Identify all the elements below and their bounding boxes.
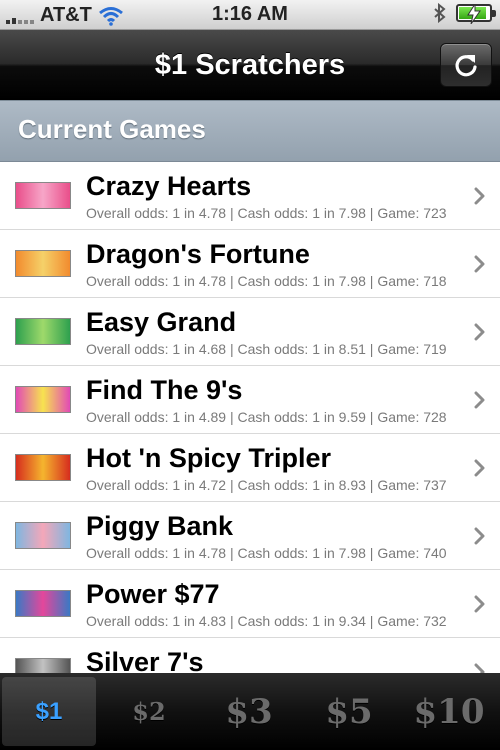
tab-1[interactable]: $2 — [102, 677, 196, 746]
chevron-right-icon — [474, 663, 485, 673]
status-bar: AT&T 1:16 AM — [0, 0, 500, 30]
chevron-right-icon — [474, 187, 485, 205]
status-time: 1:16 AM — [212, 3, 288, 25]
tab-label: $3 — [225, 691, 273, 732]
ticket-thumbnail — [15, 590, 71, 617]
game-details: Overall odds: 1 in 4.72 | Cash odds: 1 i… — [86, 477, 447, 493]
ticket-thumbnail — [15, 182, 71, 209]
tab-0[interactable]: $1 — [2, 677, 96, 746]
list-item[interactable]: Hot 'n Spicy Tripler Overall odds: 1 in 4… — [0, 434, 500, 502]
game-details: Overall odds: 1 in 4.78 | Cash odds: 1 i… — [86, 205, 447, 221]
game-details: Overall odds: 1 in 4.78 | Cash odds: 1 i… — [86, 273, 447, 289]
chevron-right-icon — [474, 527, 485, 545]
chevron-right-icon — [474, 595, 485, 613]
tab-2[interactable]: $3 — [202, 677, 296, 746]
tab-label: $1 — [35, 697, 63, 725]
chevron-right-icon — [474, 391, 485, 409]
ticket-thumbnail — [15, 386, 71, 413]
game-name: Power $77 — [86, 579, 220, 609]
ticket-thumbnail — [15, 522, 71, 549]
refresh-icon — [455, 55, 477, 77]
game-name: Dragon's Fortune — [86, 239, 310, 269]
game-name: Find The 9's — [86, 375, 243, 405]
navigation-bar: $1 Scratchers — [0, 30, 500, 100]
game-name: Hot 'n Spicy Tripler — [86, 443, 331, 473]
section-header: Current Games — [0, 100, 500, 162]
game-details: Overall odds: 1 in 4.68 | Cash odds: 1 i… — [86, 341, 447, 357]
battery-icon — [456, 4, 496, 24]
tab-label: $2 — [132, 697, 166, 726]
section-title: Current Games — [18, 114, 206, 144]
tab-4[interactable]: $10 — [402, 677, 496, 746]
tab-bar: $1 $2 $3 $5 $10 — [0, 673, 500, 750]
ticket-thumbnail — [15, 250, 71, 277]
refresh-button[interactable] — [440, 43, 492, 87]
list-item[interactable]: Piggy Bank Overall odds: 1 in 4.78 | Cash… — [0, 502, 500, 570]
game-name: Crazy Hearts — [86, 171, 252, 201]
chevron-right-icon — [474, 323, 485, 341]
game-name: Silver 7's — [86, 647, 204, 673]
game-name: Easy Grand — [86, 307, 237, 337]
game-details: Overall odds: 1 in 4.78 | Cash odds: 1 i… — [86, 545, 447, 561]
tab-label: $5 — [325, 691, 373, 732]
ticket-thumbnail — [15, 658, 71, 673]
list-item[interactable]: Power $77 Overall odds: 1 in 4.83 | Cash … — [0, 570, 500, 638]
status-right — [434, 3, 496, 24]
list-item[interactable]: Easy Grand Overall odds: 1 in 4.68 | Cash… — [0, 298, 500, 366]
charging-bolt-icon — [467, 4, 481, 24]
list-item[interactable]: Find The 9's Overall odds: 1 in 4.89 | Ca… — [0, 366, 500, 434]
game-name: Piggy Bank — [86, 511, 234, 541]
tab-label: $10 — [413, 691, 485, 732]
list-item[interactable]: Dragon's Fortune Overall odds: 1 in 4.78 … — [0, 230, 500, 298]
chevron-right-icon — [474, 255, 485, 273]
game-list[interactable]: Crazy Hearts Overall odds: 1 in 4.78 | Ca… — [0, 162, 500, 673]
ticket-thumbnail — [15, 454, 71, 481]
page-title: $1 Scratchers — [154, 49, 346, 81]
game-details: Overall odds: 1 in 4.89 | Cash odds: 1 i… — [86, 409, 447, 425]
tab-3[interactable]: $5 — [302, 677, 396, 746]
ticket-thumbnail — [15, 318, 71, 345]
list-item[interactable]: Crazy Hearts Overall odds: 1 in 4.78 | Ca… — [0, 162, 500, 230]
list-item[interactable]: Silver 7's — [0, 638, 500, 673]
chevron-right-icon — [474, 459, 485, 477]
bluetooth-icon — [434, 3, 446, 23]
game-details: Overall odds: 1 in 4.83 | Cash odds: 1 i… — [86, 613, 447, 629]
